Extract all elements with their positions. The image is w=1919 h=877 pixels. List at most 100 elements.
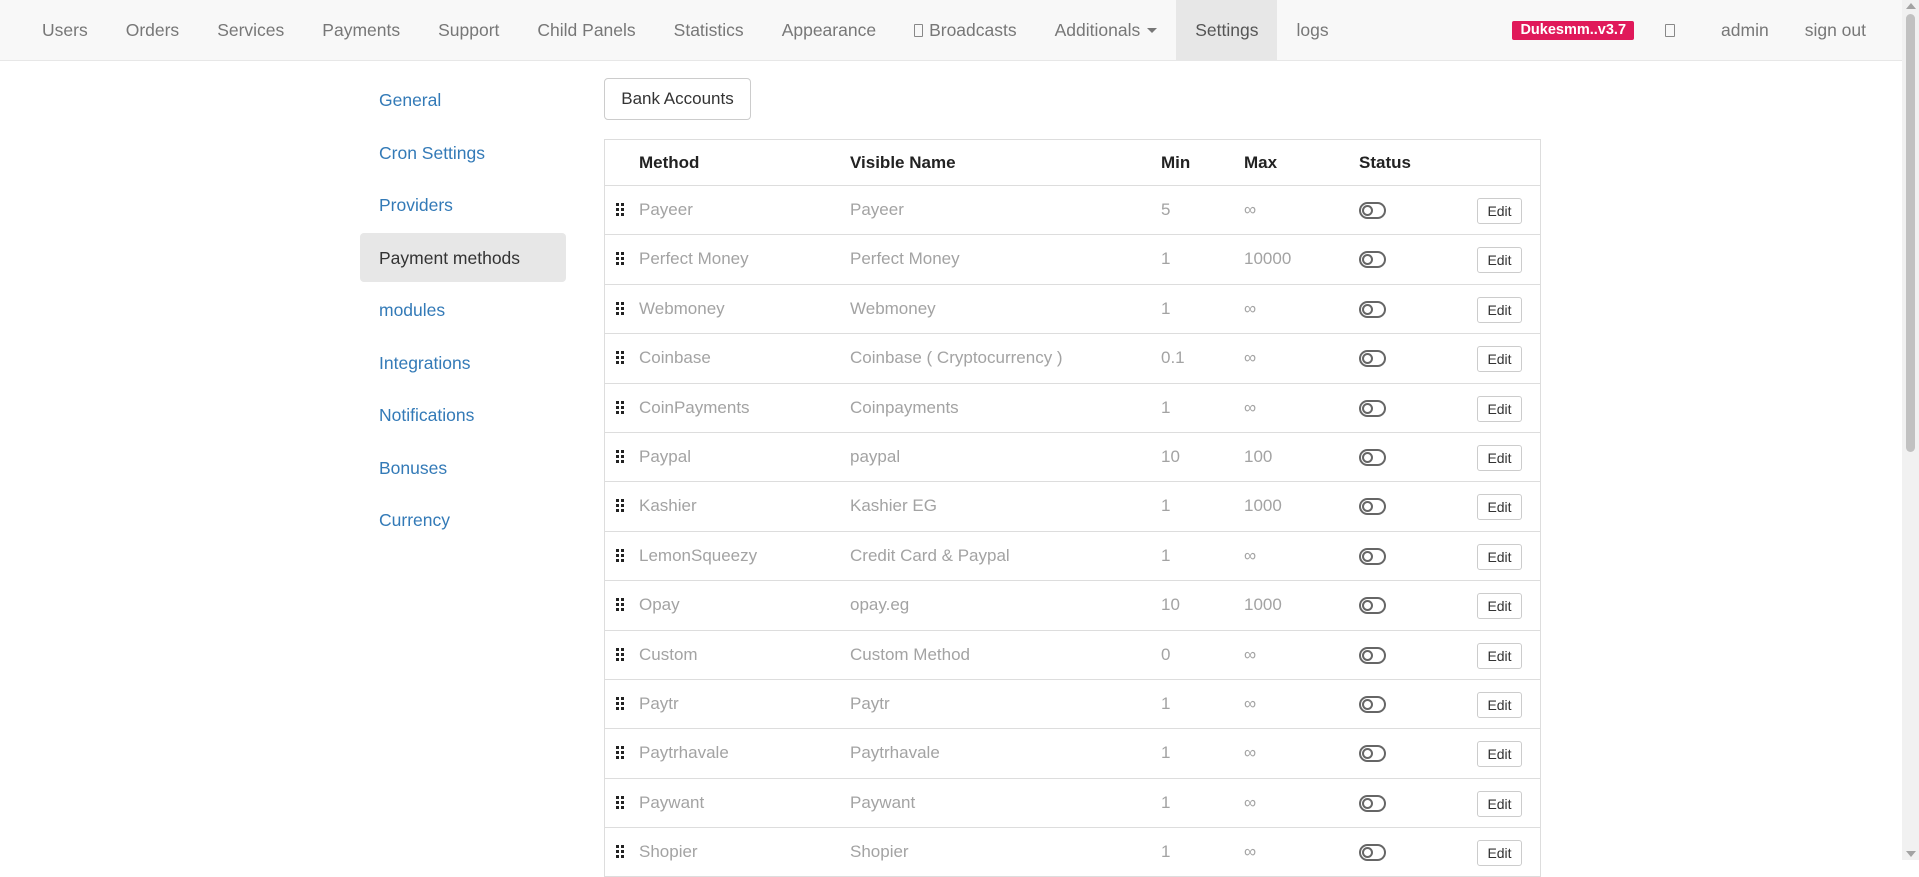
cell-max: ∞ xyxy=(1244,693,1257,713)
cell-method: Paytrhavale xyxy=(639,743,729,763)
table-row: Coinbase Coinbase ( Cryptocurrency ) 0.1 ∞ E… xyxy=(605,334,1540,384)
nav-item-label: Payments xyxy=(322,20,401,40)
nav-item-label: Broadcasts xyxy=(929,20,1017,40)
cell-method: Perfect Money xyxy=(639,249,749,269)
sidebar-item-providers[interactable]: Providers xyxy=(360,180,566,229)
status-toggle[interactable] xyxy=(1359,794,1386,812)
status-toggle[interactable] xyxy=(1359,202,1386,219)
drag-handle-icon[interactable] xyxy=(616,301,625,315)
cell-method: Paytr xyxy=(639,693,679,713)
sidebar-item-bonuses[interactable]: Bonuses xyxy=(360,443,566,492)
status-toggle[interactable] xyxy=(1359,448,1386,466)
nav-item-sign-out[interactable]: sign out xyxy=(1787,0,1902,60)
drag-handle-icon[interactable] xyxy=(616,449,625,463)
drag-handle-icon[interactable] xyxy=(616,400,625,414)
sidebar-item-integrations[interactable]: Integrations xyxy=(360,338,566,387)
table-row: Paytrhavale Paytrhavale 1 ∞ Edit xyxy=(605,729,1540,779)
cell-max: ∞ xyxy=(1244,200,1257,219)
square-icon[interactable] xyxy=(1665,23,1676,37)
status-toggle[interactable] xyxy=(1359,251,1386,269)
drag-handle-icon[interactable] xyxy=(616,598,625,612)
settings-sidebar: General Cron Settings Providers Payment … xyxy=(360,75,566,548)
scrollbar-thumb[interactable] xyxy=(1906,14,1915,452)
edit-button[interactable]: Edit xyxy=(1477,494,1522,521)
cell-max: 10000 xyxy=(1244,249,1292,269)
edit-button[interactable]: Edit xyxy=(1477,198,1522,224)
edit-button[interactable]: Edit xyxy=(1477,691,1522,718)
cell-visible-name: Paytr xyxy=(850,693,890,713)
nav-item-additionals[interactable]: Additionals xyxy=(1036,0,1177,60)
status-toggle[interactable] xyxy=(1359,547,1386,565)
nav-item-payments[interactable]: Payments xyxy=(303,0,419,60)
nav-item-label: Users xyxy=(42,20,88,40)
edit-button[interactable]: Edit xyxy=(1477,543,1522,570)
edit-button[interactable]: Edit xyxy=(1477,741,1522,768)
nav-item-statistics[interactable]: Statistics xyxy=(655,0,763,60)
sidebar-item-notifications[interactable]: Notifications xyxy=(360,390,566,439)
drag-handle-icon[interactable] xyxy=(616,795,625,809)
nav-item-orders[interactable]: Orders xyxy=(107,0,198,60)
nav-item-support[interactable]: Support xyxy=(419,0,518,60)
edit-button[interactable]: Edit xyxy=(1477,642,1522,669)
drag-handle-icon[interactable] xyxy=(616,351,625,365)
drag-handle-icon[interactable] xyxy=(616,252,625,266)
cell-method: Payeer xyxy=(639,200,693,219)
drag-handle-icon[interactable] xyxy=(616,499,625,513)
edit-button[interactable]: Edit xyxy=(1477,296,1522,323)
sidebar-item-currency[interactable]: Currency xyxy=(360,495,566,544)
nav-item-settings[interactable]: Settings xyxy=(1176,0,1278,60)
drag-handle-icon[interactable] xyxy=(616,746,625,760)
nav-item-users[interactable]: Users xyxy=(23,0,107,60)
sidebar-item-label: Providers xyxy=(379,195,453,215)
sidebar-item-general[interactable]: General xyxy=(360,75,566,124)
edit-button[interactable]: Edit xyxy=(1477,395,1522,422)
drag-handle-icon[interactable] xyxy=(616,696,625,710)
nav-item-label: Support xyxy=(438,20,500,40)
table-row: Perfect Money Perfect Money 1 10000 Edit xyxy=(605,235,1540,285)
drag-handle-icon[interactable] xyxy=(616,845,625,859)
status-toggle[interactable] xyxy=(1359,844,1386,862)
sidebar-item-payment-methods[interactable]: Payment methods xyxy=(360,232,566,282)
status-toggle[interactable] xyxy=(1359,597,1386,615)
cell-min: 1 xyxy=(1161,743,1171,763)
cell-visible-name: Payeer xyxy=(850,200,904,219)
sidebar-item-label: Cron Settings xyxy=(379,142,486,163)
nav-item-appearance[interactable]: Appearance xyxy=(763,0,895,60)
drag-handle-icon[interactable] xyxy=(616,203,625,216)
status-toggle[interactable] xyxy=(1359,745,1386,763)
edit-button[interactable]: Edit xyxy=(1477,247,1522,274)
status-toggle[interactable] xyxy=(1359,399,1386,417)
drag-handle-icon[interactable] xyxy=(616,647,625,661)
nav-item-logs[interactable]: logs xyxy=(1277,0,1347,60)
status-toggle[interactable] xyxy=(1359,350,1386,368)
cell-method: Custom xyxy=(639,644,698,664)
broadcast-icon xyxy=(914,23,924,37)
edit-button[interactable]: Edit xyxy=(1477,593,1522,620)
status-toggle[interactable] xyxy=(1359,300,1386,318)
bank-accounts-button[interactable]: Bank Accounts xyxy=(604,78,751,120)
status-toggle[interactable] xyxy=(1359,695,1386,713)
scroll-up-arrow-icon[interactable] xyxy=(1906,3,1916,9)
edit-button[interactable]: Edit xyxy=(1477,346,1522,373)
edit-button[interactable]: Edit xyxy=(1477,840,1522,867)
cell-method: Opay xyxy=(639,595,680,615)
cell-max: ∞ xyxy=(1244,397,1257,417)
nav-item-admin[interactable]: admin xyxy=(1703,0,1787,60)
nav-item-broadcasts[interactable]: Broadcasts xyxy=(895,0,1036,60)
scroll-down-arrow-icon[interactable] xyxy=(1906,851,1916,857)
version-badge: Dukesmm..v3.7 xyxy=(1512,20,1635,40)
edit-button[interactable]: Edit xyxy=(1477,790,1522,817)
table-row: CoinPayments Coinpayments 1 ∞ Edit xyxy=(605,384,1540,433)
edit-button[interactable]: Edit xyxy=(1477,444,1522,471)
status-toggle[interactable] xyxy=(1359,498,1386,516)
cell-method: Shopier xyxy=(639,842,698,862)
drag-handle-icon[interactable] xyxy=(616,548,625,562)
nav-item-child-panels[interactable]: Child Panels xyxy=(518,0,654,60)
nav-right: Dukesmm..v3.7 admin sign out xyxy=(1512,0,1902,60)
sidebar-item-cron-settings[interactable]: Cron Settings xyxy=(360,128,566,177)
cell-method: Kashier xyxy=(639,496,697,516)
sidebar-item-modules[interactable]: modules xyxy=(360,285,566,334)
nav-item-services[interactable]: Services xyxy=(198,0,303,60)
page-scrollbar[interactable] xyxy=(1902,0,1919,860)
status-toggle[interactable] xyxy=(1359,646,1386,664)
